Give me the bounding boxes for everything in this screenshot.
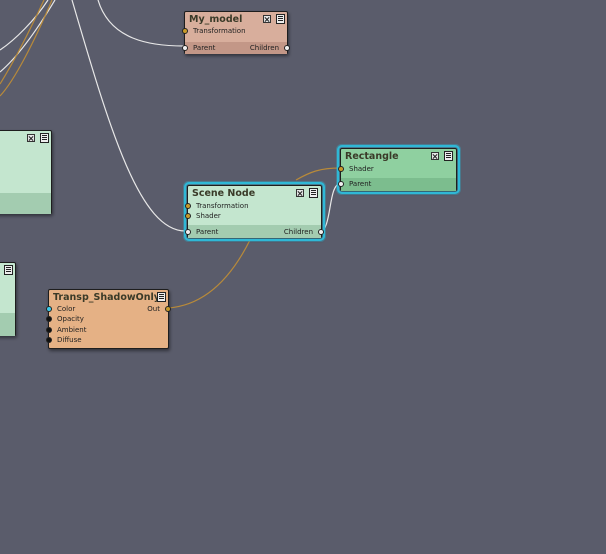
- node-title: Scene Node: [192, 188, 256, 199]
- port-parent-children: Parent Children: [185, 227, 324, 237]
- port-parent: Parent: [338, 179, 456, 189]
- node-graph-canvas[interactable]: My_model Transformation Parent Children …: [0, 0, 606, 554]
- node-scene-node[interactable]: Scene Node Transformation Shader Parent …: [184, 182, 325, 241]
- input-port-dot[interactable]: [185, 203, 191, 209]
- partial-node-left-upper[interactable]: [0, 130, 52, 214]
- menu-icon[interactable]: [40, 133, 49, 143]
- node-title: Rectangle: [345, 151, 399, 162]
- output-port-dot[interactable]: [165, 306, 171, 312]
- port-ambient: Ambient: [46, 325, 168, 335]
- node-footer-band: [0, 313, 15, 336]
- port-shader: Shader: [185, 211, 321, 221]
- wire-to-scene-node-parent: [71, 0, 187, 232]
- port-parent-children: Parent Children: [182, 43, 290, 53]
- input-port-dot[interactable]: [338, 181, 344, 187]
- close-icon[interactable]: [296, 189, 304, 197]
- menu-icon[interactable]: [157, 292, 166, 302]
- input-port-dot[interactable]: [185, 229, 191, 235]
- port-shader: Shader: [338, 164, 456, 174]
- close-icon[interactable]: [431, 152, 439, 160]
- wire-out-to-shader: [167, 239, 251, 309]
- node-footer-band: [0, 193, 51, 214]
- node-title: Transp_ShadowOnly: [53, 292, 160, 303]
- wire-offscreen-gold-2: [0, 0, 45, 85]
- port-transformation: Transformation: [182, 26, 287, 36]
- output-port-dot[interactable]: [318, 229, 324, 235]
- port-diffuse: Diffuse: [46, 335, 168, 345]
- port-transformation: Transformation: [185, 201, 321, 211]
- input-port-dot[interactable]: [46, 337, 52, 343]
- input-port-dot[interactable]: [185, 213, 191, 219]
- wire-offscreen-gold-1: [0, 0, 53, 97]
- wire-to-my-model-parent: [97, 0, 185, 47]
- menu-icon[interactable]: [309, 188, 318, 198]
- input-port-dot[interactable]: [46, 327, 52, 333]
- node-my-model[interactable]: My_model Transformation Parent Children: [182, 11, 290, 54]
- input-port-dot[interactable]: [182, 45, 188, 51]
- connection-wires: [0, 0, 341, 309]
- input-port-dot[interactable]: [182, 28, 188, 34]
- input-port-dot[interactable]: [46, 316, 52, 322]
- close-icon[interactable]: [27, 134, 35, 142]
- menu-icon[interactable]: [276, 14, 285, 24]
- partial-node-left-lower[interactable]: [0, 262, 16, 336]
- menu-icon[interactable]: [444, 151, 453, 161]
- close-icon[interactable]: [263, 15, 271, 23]
- input-port-dot[interactable]: [338, 166, 344, 172]
- wire-children-to-rectangle-parent: [319, 183, 341, 232]
- input-port-dot[interactable]: [46, 306, 52, 312]
- port-opacity: Opacity: [46, 314, 168, 324]
- output-port-dot[interactable]: [284, 45, 290, 51]
- port-color-out: Color Out: [46, 304, 171, 314]
- node-rectangle[interactable]: Rectangle Shader Parent: [337, 145, 460, 194]
- wire-to-rectangle-shader: [295, 167, 341, 181]
- menu-icon[interactable]: [4, 265, 13, 275]
- node-title: My_model: [189, 14, 243, 25]
- node-transp-shadow-only[interactable]: Transp_ShadowOnly Color Out Opacity Ambi…: [46, 289, 171, 349]
